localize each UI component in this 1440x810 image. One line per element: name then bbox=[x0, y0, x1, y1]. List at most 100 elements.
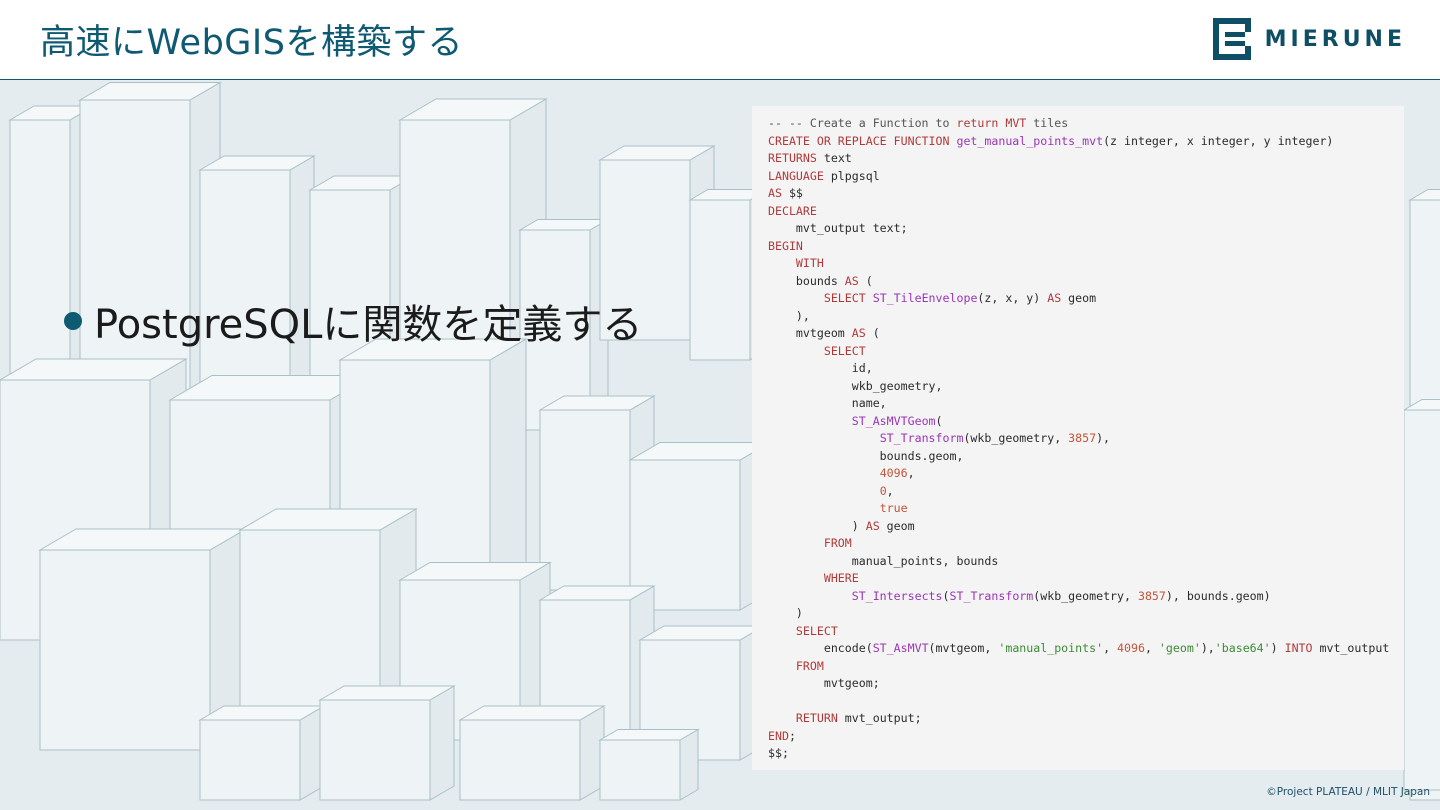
code-line: mvtgeom; bbox=[768, 675, 1404, 693]
code-token: (z integer, x integer, y integer) bbox=[1103, 133, 1334, 148]
code-token: ), bbox=[768, 308, 810, 323]
code-line: id, bbox=[768, 360, 1404, 378]
code-token: SELECT bbox=[795, 623, 838, 638]
code-token: $$; bbox=[768, 746, 789, 760]
code-token: ), bbox=[1096, 431, 1111, 445]
code-token: AS bbox=[844, 273, 859, 288]
building-face bbox=[1408, 189, 1440, 201]
building-face bbox=[459, 719, 581, 801]
code-token: 0 bbox=[879, 483, 887, 498]
code-token: AS bbox=[1047, 291, 1062, 305]
code-token: get_manual_points_mvt bbox=[956, 133, 1104, 148]
mierune-logo-icon bbox=[1212, 18, 1251, 60]
code-token: ST_Transform bbox=[949, 588, 1034, 603]
code-token: FROM bbox=[823, 536, 852, 550]
code-token: ST_AsMVTGeom bbox=[851, 413, 936, 428]
code-line: SELECT bbox=[768, 343, 1404, 361]
code-line: ST_AsMVTGeom( bbox=[768, 413, 1404, 431]
logo-wordmark: MIERUNE bbox=[1264, 26, 1406, 52]
code-line: manual_points, bounds bbox=[768, 553, 1404, 571]
code-line: RETURNS text bbox=[768, 150, 1404, 168]
building-face bbox=[1402, 399, 1440, 411]
code-line: mvtgeom AS ( bbox=[768, 325, 1404, 343]
code-line: AS $$ bbox=[768, 185, 1404, 203]
code-token: RETURNS bbox=[768, 151, 817, 165]
code-token: mvtgeom bbox=[768, 326, 852, 340]
code-line: FROM bbox=[768, 658, 1404, 676]
code-token: ) bbox=[1270, 641, 1285, 655]
code-line: ), bbox=[768, 308, 1404, 326]
code-line: CREATE OR REPLACE FUNCTION get_manual_po… bbox=[768, 133, 1404, 151]
code-token: LANGUAGE bbox=[768, 168, 824, 183]
building-face bbox=[319, 699, 431, 801]
code-token: (wkb_geometry, bbox=[963, 431, 1069, 445]
building-face bbox=[539, 409, 631, 591]
code-token: 4096 bbox=[879, 466, 908, 480]
code-token: -- -- Create a Function to bbox=[768, 116, 957, 130]
code-line: $$; bbox=[768, 745, 1404, 763]
code-token: DECLARE bbox=[768, 203, 817, 218]
code-token: 'manual_points' bbox=[998, 641, 1104, 655]
code-token: $$ bbox=[781, 186, 803, 200]
code-token: encode( bbox=[768, 641, 873, 655]
code-token: MVT bbox=[1005, 116, 1027, 130]
code-line: END; bbox=[768, 728, 1404, 746]
code-token: ) bbox=[768, 606, 803, 620]
code-token: AS bbox=[851, 326, 866, 340]
building-face bbox=[679, 728, 699, 801]
building-face bbox=[689, 199, 751, 361]
slide-title: 高速にWebGISを構築する bbox=[40, 23, 463, 63]
code-token: (mvtgeom, bbox=[928, 641, 999, 655]
sql-code-block: -- -- Create a Function to return MVT ti… bbox=[752, 106, 1404, 770]
code-token: , bbox=[1144, 641, 1159, 655]
code-token: BEGIN bbox=[768, 238, 803, 253]
code-token: bounds bbox=[768, 273, 845, 288]
code-token: return bbox=[956, 116, 999, 130]
code-token: SELECT bbox=[823, 343, 866, 358]
code-token: ), bounds.geom) bbox=[1165, 588, 1271, 603]
code-line: name, bbox=[768, 395, 1404, 413]
code-token: geom bbox=[1061, 291, 1097, 305]
code-token: plpgsql bbox=[823, 168, 880, 183]
building-face bbox=[458, 705, 606, 721]
code-line: true bbox=[768, 500, 1404, 518]
code-token: WITH bbox=[795, 256, 824, 270]
code-token: FROM bbox=[795, 658, 824, 673]
code-token: ), bbox=[1200, 641, 1215, 655]
building-face bbox=[1403, 409, 1440, 791]
mierune-logo: MIERUNE bbox=[1212, 18, 1406, 60]
slide: 高速にWebGISを構築する MIERUNE PostgreSQLに関数を定義す… bbox=[0, 0, 1440, 810]
code-line: DECLARE bbox=[768, 203, 1404, 221]
code-token: mvt_output bbox=[1312, 641, 1390, 655]
code-line: LANGUAGE plpgsql bbox=[768, 168, 1404, 186]
code-line: ST_Transform(wkb_geometry, 3857), bbox=[768, 430, 1404, 448]
code-token: mvt_output text; bbox=[768, 221, 908, 235]
code-line: RETURN mvt_output; bbox=[768, 710, 1404, 728]
code-token: geom bbox=[879, 518, 915, 533]
code-token: ( bbox=[858, 273, 873, 288]
code-line: ) bbox=[768, 605, 1404, 623]
code-token: wkb_geometry, bbox=[768, 378, 943, 393]
code-token: 3857 bbox=[1068, 431, 1097, 445]
code-token: 'geom' bbox=[1158, 641, 1201, 655]
code-token: ; bbox=[788, 728, 796, 743]
code-token: END bbox=[768, 728, 789, 743]
code-token: (wkb_geometry, bbox=[1033, 588, 1138, 603]
code-token: ( bbox=[942, 588, 950, 603]
code-line: 4096, bbox=[768, 465, 1404, 483]
code-token: 4096 bbox=[1117, 641, 1145, 655]
code-token: , bbox=[1103, 641, 1118, 655]
code-token: ST_Transform bbox=[879, 431, 964, 445]
code-token: INTO bbox=[1284, 641, 1313, 655]
